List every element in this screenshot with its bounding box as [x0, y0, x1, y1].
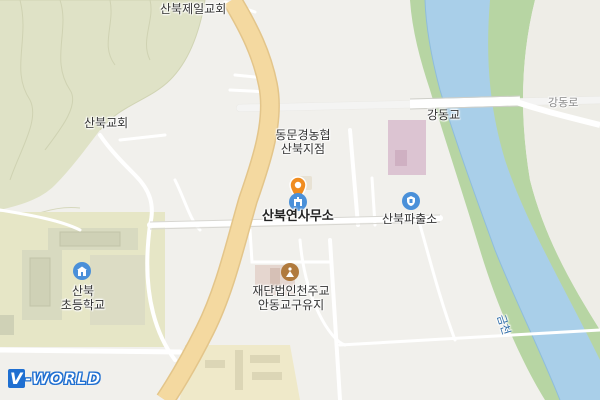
label-office[interactable]: 산북연사무소	[262, 210, 334, 224]
cultural-site-icon[interactable]	[281, 263, 299, 281]
label-heritage[interactable]: 재단법인천주교 안동교구유지	[246, 284, 336, 312]
label-church-left[interactable]: 산북교회	[84, 116, 128, 130]
label-bank-line2: 산북지점	[280, 142, 326, 156]
label-bank-line1: 동문경농협	[275, 128, 331, 142]
label-school-line2: 초등학교	[60, 298, 106, 312]
label-school-line1: 산북	[71, 284, 95, 298]
school-icon[interactable]	[73, 262, 91, 280]
logo-text: -WORLD	[24, 369, 101, 389]
label-police[interactable]: 산북파출소	[382, 212, 437, 226]
map-view[interactable]: 산북제일교회 산북교회 동문경농협 산북지점 산북연사무소 산북파출소 강동교 …	[0, 0, 600, 400]
label-school[interactable]: 산북 초등학교	[48, 284, 118, 312]
label-heritage-line1: 재단법인천주교	[252, 284, 330, 298]
logo-prefix: V	[8, 369, 25, 388]
label-church-top[interactable]: 산북제일교회	[160, 2, 226, 16]
label-road-right[interactable]: 강동로	[548, 96, 578, 110]
vworld-logo[interactable]: V -WORLD	[8, 369, 101, 388]
label-bank[interactable]: 동문경농협 산북지점	[268, 128, 338, 156]
label-bridge[interactable]: 강동교	[427, 108, 460, 122]
label-heritage-line2: 안동교구유지	[257, 298, 325, 312]
police-icon[interactable]	[402, 192, 420, 210]
